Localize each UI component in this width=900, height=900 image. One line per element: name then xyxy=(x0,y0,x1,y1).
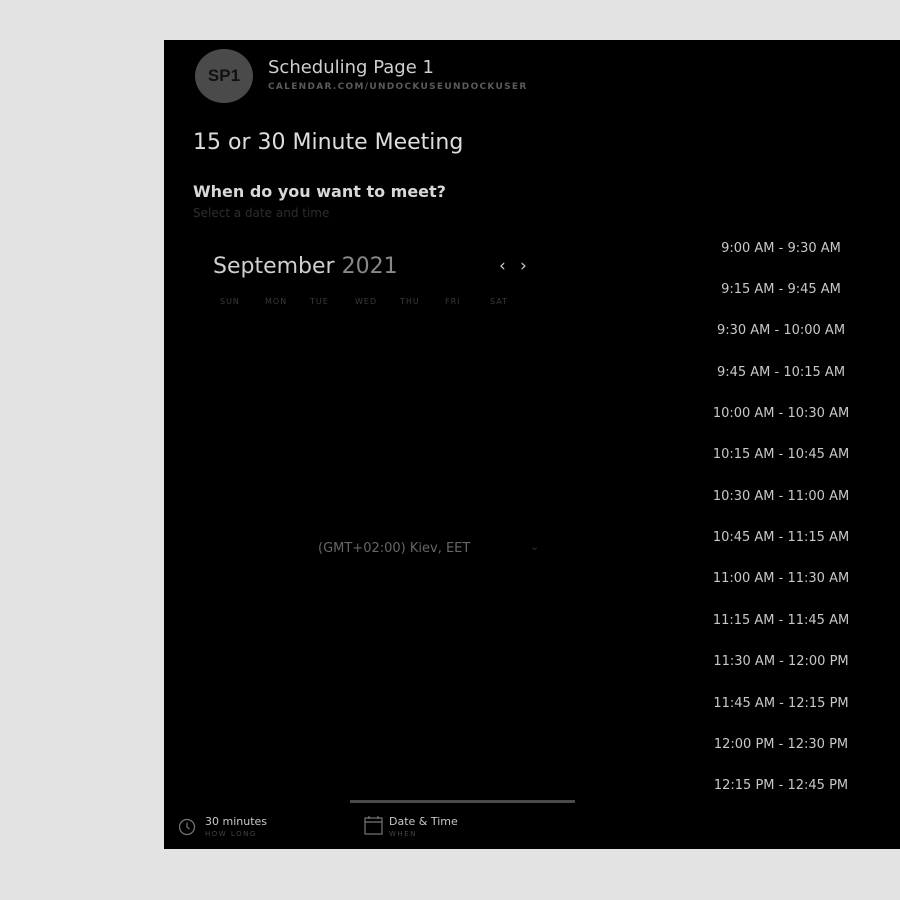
weekday-label: THU xyxy=(400,297,420,306)
weekday-label: MON xyxy=(265,297,288,306)
time-slot[interactable]: 11:45 AM - 12:15 PM xyxy=(686,696,876,711)
weekday-label: SUN xyxy=(220,297,240,306)
time-slot[interactable]: 9:00 AM - 9:30 AM xyxy=(686,241,876,256)
time-slot[interactable]: 11:00 AM - 11:30 AM xyxy=(686,571,876,586)
calendar-month: September xyxy=(213,254,335,279)
calendar-icon xyxy=(364,816,383,835)
time-slot[interactable]: 9:30 AM - 10:00 AM xyxy=(686,323,876,338)
weekday-label: TUE xyxy=(310,297,329,306)
calendar-year: 2021 xyxy=(341,254,398,279)
chevron-down-icon[interactable]: ⌄ xyxy=(530,540,539,553)
time-slot[interactable]: 12:15 PM - 12:45 PM xyxy=(686,778,876,793)
step-duration[interactable]: 30 minutes HOW LONG xyxy=(205,815,267,838)
weekday-label: WED xyxy=(355,297,378,306)
step-date-time[interactable]: Date & Time WHEN xyxy=(389,815,458,838)
timezone-select[interactable]: (GMT+02:00) Kiev, EET xyxy=(318,541,470,556)
scheduling-panel: SP1 Scheduling Page 1 CALENDAR.COM/UNDOC… xyxy=(164,40,900,849)
calendar-month-label: September 2021 xyxy=(213,254,398,279)
time-slot[interactable]: 9:15 AM - 9:45 AM xyxy=(686,282,876,297)
calendar-weekday-header: SUN MON TUE WED THU FRI SAT xyxy=(220,297,535,306)
time-slot[interactable]: 12:00 PM - 12:30 PM xyxy=(686,737,876,752)
weekday-label: FRI xyxy=(445,297,461,306)
scheduling-page-name: Scheduling Page 1 xyxy=(268,57,434,78)
step-date-time-sub: WHEN xyxy=(389,830,417,838)
step-duration-sub: HOW LONG xyxy=(205,830,257,838)
time-slot[interactable]: 11:15 AM - 11:45 AM xyxy=(686,613,876,628)
step-progress-indicator xyxy=(350,800,575,803)
weekday-label: SAT xyxy=(490,297,508,306)
time-slot[interactable]: 10:15 AM - 10:45 AM xyxy=(686,447,876,462)
step-date-time-title: Date & Time xyxy=(389,815,458,828)
time-slot[interactable]: 9:45 AM - 10:15 AM xyxy=(686,365,876,380)
time-slot[interactable]: 10:00 AM - 10:30 AM xyxy=(686,406,876,421)
time-slot[interactable]: 10:30 AM - 11:00 AM xyxy=(686,489,876,504)
step-duration-title: 30 minutes xyxy=(205,815,268,828)
prev-month-button[interactable]: ‹ xyxy=(499,256,506,276)
meeting-title: 15 or 30 Minute Meeting xyxy=(193,130,464,155)
time-slot[interactable]: 11:30 AM - 12:00 PM xyxy=(686,654,876,669)
scheduling-page-url[interactable]: CALENDAR.COM/UNDOCKUSEUNDOCKUSER xyxy=(268,82,528,92)
next-month-button[interactable]: › xyxy=(520,256,527,276)
time-slot[interactable]: 10:45 AM - 11:15 AM xyxy=(686,530,876,545)
meeting-question: When do you want to meet? xyxy=(193,182,446,201)
avatar: SP1 xyxy=(195,49,253,103)
clock-icon xyxy=(178,818,196,836)
meeting-subtext: Select a date and time xyxy=(193,206,330,220)
